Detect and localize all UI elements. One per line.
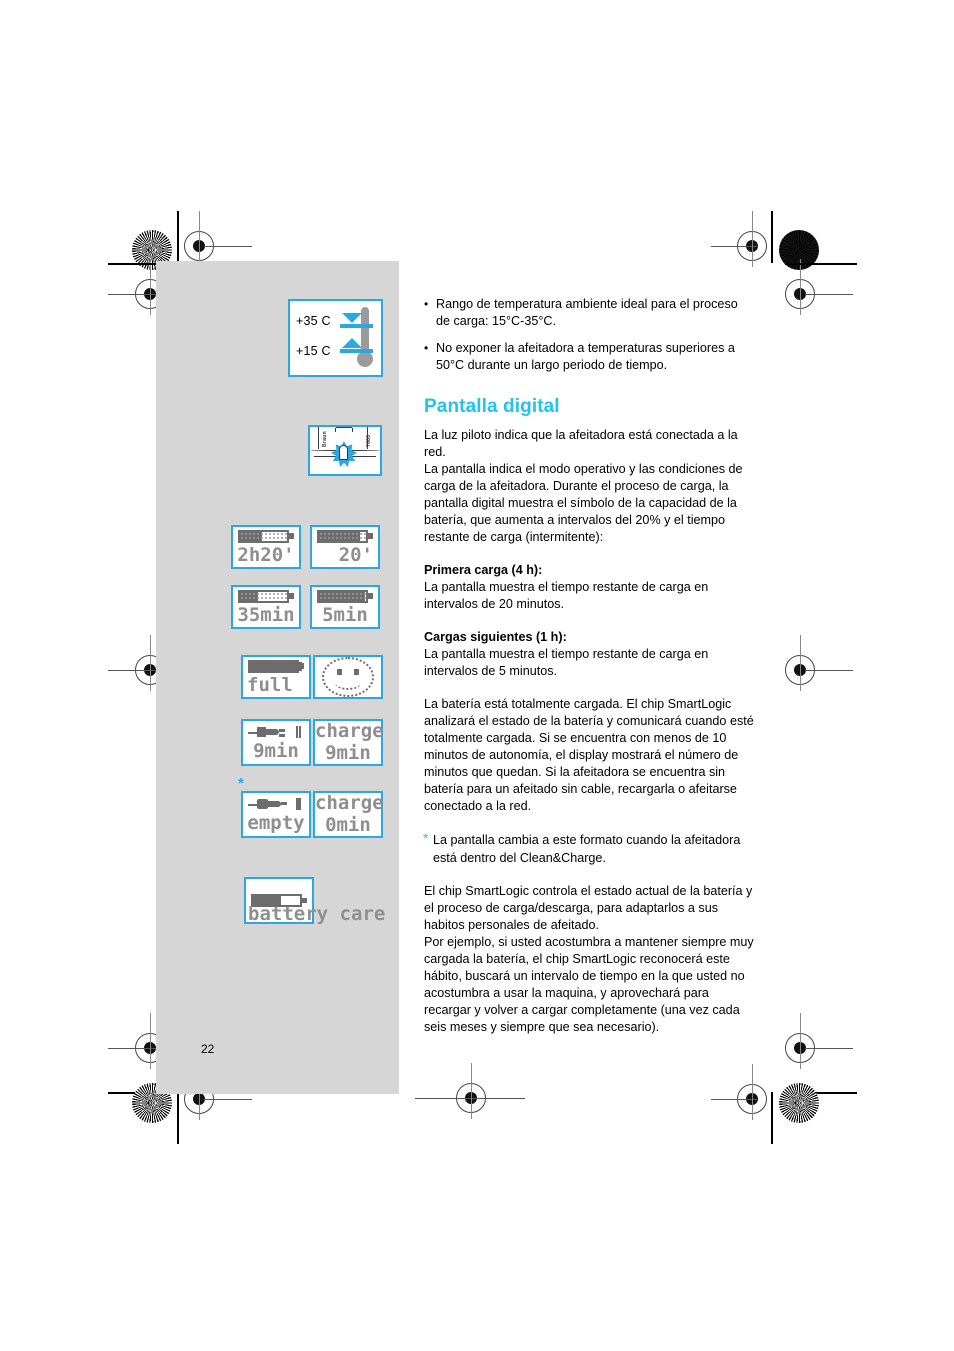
reg-line xyxy=(204,246,252,247)
reg-line xyxy=(805,670,853,671)
battery-icon xyxy=(317,589,373,603)
lcd-display-plug-9min: 9min xyxy=(241,719,311,766)
plug-icon xyxy=(248,725,304,739)
crop-line xyxy=(177,1092,179,1144)
next-charge-heading: Cargas siguientes (1 h): xyxy=(424,630,567,644)
reg-line xyxy=(800,1013,801,1069)
thermometer-upper-label: +35 C xyxy=(296,314,331,328)
reg-line xyxy=(800,259,801,315)
lcd-text: 9min xyxy=(253,739,299,762)
shaver-outline xyxy=(318,427,319,449)
thermometer-lower-bar xyxy=(340,349,373,353)
battery-icon xyxy=(317,529,373,543)
bullet-item: • Rango de temperatura ambiente ideal pa… xyxy=(424,296,754,330)
plug-icon xyxy=(248,797,304,811)
battery-icon xyxy=(238,589,294,603)
reg-line xyxy=(415,1098,525,1099)
crop-line xyxy=(177,211,179,263)
lcd-display-20min: 20' xyxy=(310,525,380,569)
lcd-display-battery-care: battery care xyxy=(244,877,385,924)
lcd-display-2h20: 2h20' xyxy=(231,525,301,569)
crop-line xyxy=(771,211,773,263)
bullet-dot-icon: • xyxy=(424,297,429,311)
shaver-outline xyxy=(335,428,336,432)
thermometer-upper-bar xyxy=(340,324,373,328)
reg-line xyxy=(805,294,853,295)
lcd-display-charge-0min: charge 0min xyxy=(313,791,384,838)
temperature-range-figure: +35 C +15 C xyxy=(288,299,383,377)
reg-line xyxy=(752,1064,753,1120)
lcd-display-charge-9min: charge 9min xyxy=(313,719,384,766)
reg-line xyxy=(150,1013,151,1069)
body-text-column: • Rango de temperatura ambiente ideal pa… xyxy=(423,296,754,1036)
shaver-outline xyxy=(352,428,353,432)
lcd-text: charge 0min xyxy=(315,791,384,836)
crop-line xyxy=(771,1092,773,1144)
reg-line xyxy=(752,211,753,267)
lcd-display-35min: 35min xyxy=(231,585,301,629)
reg-line xyxy=(800,635,801,691)
first-charge-paragraph: La pantalla muestra el tiempo restante d… xyxy=(424,580,709,611)
bullet-text: Rango de temperatura ambiente ideal para… xyxy=(436,297,738,328)
lcd-display-full: full xyxy=(241,655,311,699)
lcd-text: empty xyxy=(247,811,305,834)
first-charge-heading: Primera carga (4 h): xyxy=(424,563,543,577)
reg-line xyxy=(150,635,151,691)
battery-icon xyxy=(238,529,294,543)
lcd-display-5min: 5min xyxy=(310,585,380,629)
reg-line xyxy=(711,246,757,247)
lcd-display-smiley xyxy=(313,655,383,699)
clean-charge-note: * La pantalla cambia a este formato cuan… xyxy=(423,830,754,867)
page-number: 22 xyxy=(201,1042,215,1056)
intro-paragraph: La luz piloto indica que la afeitadora e… xyxy=(424,428,743,544)
shaver-outline xyxy=(336,427,352,428)
thermometer-bulb-icon xyxy=(357,351,373,367)
crop-line xyxy=(785,263,857,265)
battery-icon xyxy=(248,659,304,673)
lcd-text: 2h20' xyxy=(237,543,295,566)
bullet-dot-icon: • xyxy=(424,341,429,355)
bullet-text: No exponer la afeitadora a temperaturas … xyxy=(436,341,735,372)
shaver-model-label: 7680 xyxy=(366,434,372,447)
bullet-item: • No exponer la afeitadora a temperatura… xyxy=(424,340,754,374)
footnote-asterisk-icon: * xyxy=(423,830,429,846)
smartlogic-paragraph: El chip SmartLogic controla el estado ac… xyxy=(424,884,754,1034)
arrow-down-icon xyxy=(342,313,362,323)
reg-line xyxy=(204,1099,252,1100)
clean-charge-paragraph: La pantalla cambia a este formato cuando… xyxy=(433,833,741,865)
lcd-text: 35min xyxy=(237,603,295,626)
full-battery-paragraph: La batería está totalmente cargada. El c… xyxy=(424,697,754,813)
lcd-text: battery care xyxy=(248,903,386,925)
next-charge-paragraph: La pantalla muestra el tiempo restante d… xyxy=(424,647,709,678)
reg-line xyxy=(150,259,151,315)
arrow-up-icon xyxy=(342,338,362,348)
lcd-text: 5min xyxy=(322,603,368,626)
page-title: Pantalla digital xyxy=(424,396,560,417)
footnote-asterisk-marker: * xyxy=(238,775,244,792)
lcd-text: full xyxy=(247,673,293,696)
reg-line xyxy=(471,1063,472,1119)
lcd-text: 20' xyxy=(338,543,373,566)
shaver-brand-label: Braun xyxy=(322,431,328,447)
reg-line xyxy=(711,1099,757,1100)
lcd-text: charge 9min xyxy=(315,719,384,764)
reg-line xyxy=(805,1048,853,1049)
color-density-dot-bottom-right xyxy=(779,1083,819,1123)
lcd-display-plug-empty: empty xyxy=(241,791,311,838)
pilot-lamp-icon xyxy=(339,445,348,460)
reg-line xyxy=(199,211,200,267)
thermometer-lower-label: +15 C xyxy=(296,344,331,358)
pilot-light-figure: Braun 7680 xyxy=(308,425,382,476)
smiley-face-icon xyxy=(322,657,374,697)
